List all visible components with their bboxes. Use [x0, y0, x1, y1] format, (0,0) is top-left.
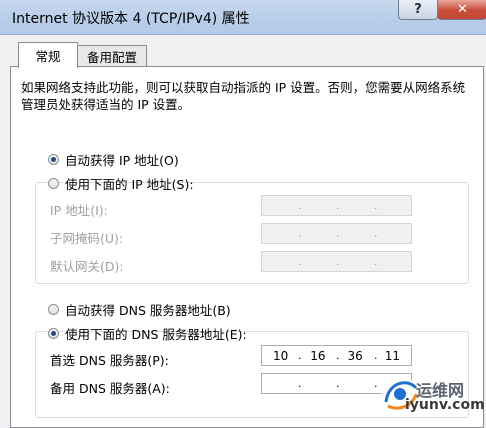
watermark-url-text: iyunv.com	[405, 397, 485, 413]
subnet-mask-field: ...	[261, 223, 412, 244]
close-button[interactable]: ✕	[437, 0, 486, 20]
radio-manual-dns[interactable]: 使用下面的 DNS 服务器地址(E):	[48, 324, 247, 343]
preferred-dns-octet-3[interactable]: 36	[337, 349, 374, 363]
radio-auto-dns-label: 自动获得 DNS 服务器地址(B)	[65, 303, 231, 318]
preferred-dns-octet-1[interactable]: 10	[262, 349, 299, 363]
tab-strip: 常规 备用配置	[0, 34, 486, 68]
help-icon: ?	[414, 2, 422, 17]
default-gateway-field: ...	[261, 251, 412, 272]
radio-auto-ip[interactable]: 自动获得 IP 地址(O)	[48, 150, 179, 169]
window-title: Internet 协议版本 4 (TCP/IPv4) 属性	[12, 11, 250, 27]
radio-manual-ip-indicator[interactable]	[48, 178, 59, 189]
alternate-dns-label: 备用 DNS 服务器(A):	[50, 381, 170, 396]
radio-auto-dns[interactable]: 自动获得 DNS 服务器地址(B)	[48, 300, 231, 319]
alternate-dns-field[interactable]: ...	[261, 373, 412, 394]
radio-auto-ip-label: 自动获得 IP 地址(O)	[65, 153, 179, 168]
radio-auto-ip-indicator[interactable]	[48, 154, 59, 165]
tab-general[interactable]: 常规	[18, 42, 78, 68]
preferred-dns-octet-2[interactable]: 16	[299, 349, 336, 363]
default-gateway-label: 默认网关(D):	[50, 259, 124, 274]
description-text: 如果网络支持此功能，则可以获取自动指派的 IP 设置。否则，您需要从网络系统管理…	[21, 80, 466, 112]
close-icon: ✕	[457, 2, 468, 17]
title-bar: Internet 协议版本 4 (TCP/IPv4) 属性 ? ✕	[0, 0, 486, 35]
help-button[interactable]: ?	[398, 0, 438, 20]
preferred-dns-field[interactable]: 10 16 36 11 ...	[261, 345, 412, 366]
radio-manual-ip-label: 使用下面的 IP 地址(S):	[65, 177, 194, 192]
ip-address-field: ...	[261, 195, 412, 216]
tab-alternate-config[interactable]: 备用配置	[77, 45, 147, 67]
subnet-mask-label: 子网掩码(U):	[50, 231, 124, 246]
radio-manual-dns-label: 使用下面的 DNS 服务器地址(E):	[65, 327, 247, 342]
ip-address-label: IP 地址(I):	[50, 203, 108, 218]
tab-alternate-config-label: 备用配置	[86, 50, 137, 65]
radio-auto-dns-indicator[interactable]	[48, 304, 59, 315]
preferred-dns-label: 首选 DNS 服务器(P):	[50, 353, 169, 368]
preferred-dns-octet-4[interactable]: 11	[374, 349, 411, 363]
radio-manual-dns-indicator[interactable]	[48, 328, 59, 339]
radio-manual-ip[interactable]: 使用下面的 IP 地址(S):	[48, 174, 194, 193]
tab-general-label: 常规	[35, 49, 61, 64]
